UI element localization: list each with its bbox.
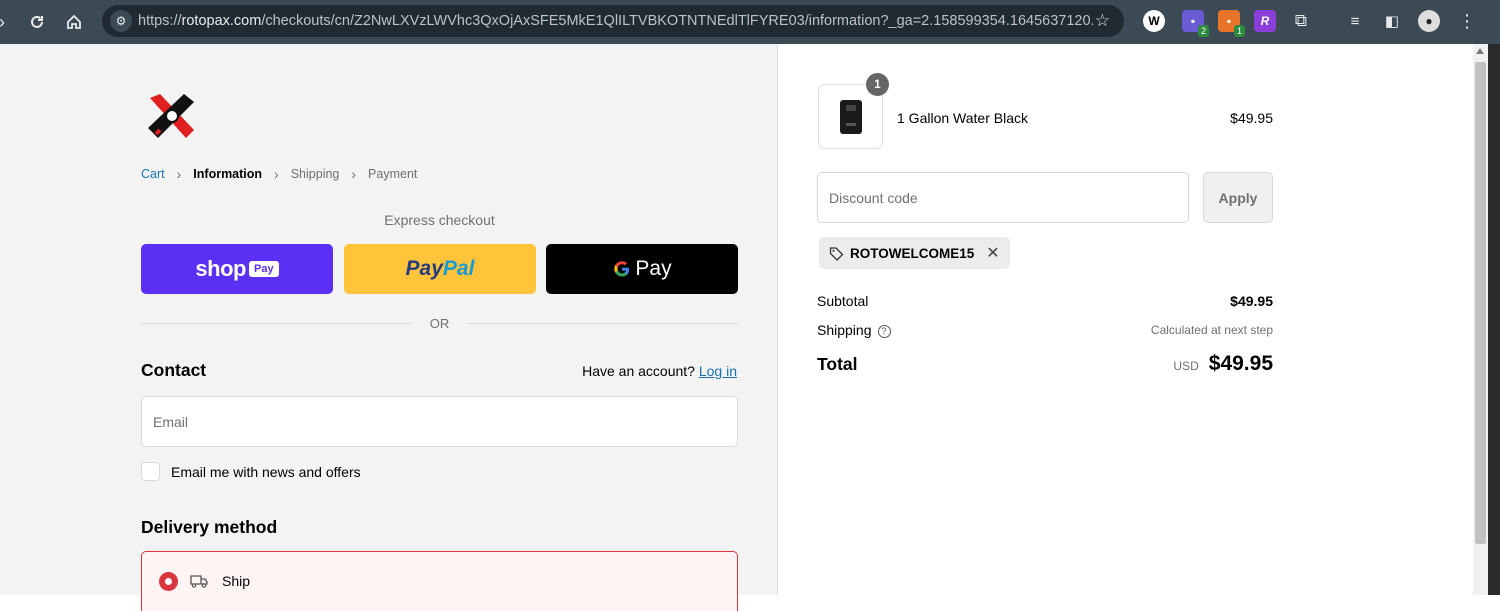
news-offers-checkbox[interactable]	[141, 462, 160, 481]
paypal-wordmark-part-1: Pay	[405, 257, 443, 280]
product-name: 1 Gallon Water Black	[897, 110, 1028, 126]
tag-icon	[829, 246, 844, 261]
breadcrumb: Cart › Information › Shipping › Payment	[141, 166, 417, 182]
profile-avatar-icon[interactable]: ●	[1418, 10, 1440, 32]
shipping-row: Shipping? Calculated at next step	[817, 322, 1273, 338]
subtotal-value: $49.95	[1230, 293, 1273, 309]
extension-w-icon[interactable]: W	[1143, 10, 1165, 32]
product-image	[839, 99, 862, 134]
page-scrollbar[interactable]	[1473, 44, 1488, 595]
shipping-value: Calculated at next step	[1150, 323, 1273, 337]
reload-icon[interactable]	[19, 0, 55, 44]
apply-discount-button[interactable]: Apply	[1203, 172, 1273, 223]
applied-discount-tag: ROTOWELCOME15 ✕	[819, 237, 1010, 269]
email-placeholder: Email	[153, 413, 189, 430]
breadcrumb-cart[interactable]: Cart	[141, 167, 165, 181]
ship-option[interactable]: Ship	[141, 551, 738, 611]
help-question-icon[interactable]: ?	[877, 324, 891, 338]
shop-pay-button[interactable]: shop Pay	[141, 244, 333, 294]
extension-r-icon[interactable]: R	[1254, 10, 1276, 32]
address-bar[interactable]: ⚙ https://rotopax.com/checkouts/cn/Z2NwL…	[102, 5, 1124, 37]
shipping-label: Shipping	[817, 322, 872, 338]
scroll-up-arrow-icon[interactable]	[1476, 48, 1484, 54]
discount-code-label: ROTOWELCOME15	[850, 245, 975, 261]
currency-code: USD	[1173, 359, 1199, 373]
news-offers-option[interactable]: Email me with news and offers	[141, 462, 361, 481]
subtotal-row: Subtotal $49.95	[817, 293, 1273, 309]
checkout-main: Cart › Information › Shipping › Payment …	[0, 44, 778, 611]
email-field[interactable]: Email	[141, 396, 738, 447]
product-price: $49.95	[1230, 110, 1273, 126]
menu-kebab-icon[interactable]: ⋮	[1456, 10, 1478, 32]
google-g-icon	[614, 261, 630, 277]
remove-discount-close-icon[interactable]: ✕	[986, 243, 999, 263]
discount-placeholder: Discount code	[829, 189, 918, 206]
chevron-right-icon: ›	[176, 166, 182, 182]
truck-icon	[190, 575, 208, 588]
paypal-wordmark-part-2: Pal	[442, 257, 475, 280]
total-label: Total	[817, 353, 858, 374]
extensions-puzzle-icon[interactable]: ⧉	[1290, 10, 1312, 32]
discount-code-input[interactable]: Discount code	[817, 172, 1189, 223]
breadcrumb-information: Information	[193, 167, 263, 181]
or-divider: OR	[141, 314, 738, 332]
breadcrumb-payment: Payment	[368, 167, 418, 181]
account-prompt: Have an account? Log in	[582, 363, 737, 379]
contact-title: Contact	[141, 360, 207, 380]
subtotal-label: Subtotal	[817, 293, 869, 309]
extension-orange-icon[interactable]: ▪ 1	[1218, 10, 1245, 37]
chevron-right-icon: ›	[351, 166, 357, 182]
scrollbar-thumb[interactable]	[1475, 62, 1486, 544]
forward-icon[interactable]: ›	[0, 0, 12, 44]
delivery-method-title: Delivery method	[141, 517, 278, 537]
adjacent-window-edge	[1488, 44, 1500, 595]
total-row: Total USD $49.95	[817, 352, 1273, 376]
site-settings-icon[interactable]: ⚙	[110, 10, 132, 32]
order-summary: 1 1 Gallon Water Black $49.95 Discount c…	[779, 44, 1473, 595]
home-icon[interactable]	[56, 0, 92, 44]
breadcrumb-shipping: Shipping	[290, 167, 340, 181]
media-control-icon[interactable]: ≡	[1344, 10, 1366, 32]
paypal-button[interactable]: Pay Pal	[344, 244, 536, 294]
bookmark-star-icon[interactable]: ☆	[1095, 11, 1110, 31]
quantity-badge: 1	[866, 73, 889, 96]
news-offers-label: Email me with news and offers	[171, 463, 361, 480]
side-panel-icon[interactable]: ◧	[1381, 10, 1403, 32]
browser-toolbar: › ⚙ https://rotopax.com/checkouts/cn/Z2N…	[0, 0, 1500, 44]
google-pay-button[interactable]: Pay	[546, 244, 738, 294]
url-text: https://rotopax.com/checkouts/cn/Z2NwLXV…	[138, 13, 1093, 29]
total-value: $49.95	[1208, 352, 1273, 375]
extension-chat-icon[interactable]: ▪ 2	[1182, 10, 1209, 37]
chevron-right-icon: ›	[274, 166, 279, 182]
ship-label: Ship	[222, 573, 251, 589]
ship-radio[interactable]	[159, 572, 178, 591]
shop-pay-badge: Pay	[248, 261, 279, 277]
login-link[interactable]: Log in	[699, 363, 737, 379]
google-pay-label: Pay	[635, 257, 672, 280]
store-logo[interactable]	[146, 90, 198, 142]
express-checkout-title: Express checkout	[384, 212, 495, 228]
shop-pay-wordmark: shop	[195, 256, 246, 281]
